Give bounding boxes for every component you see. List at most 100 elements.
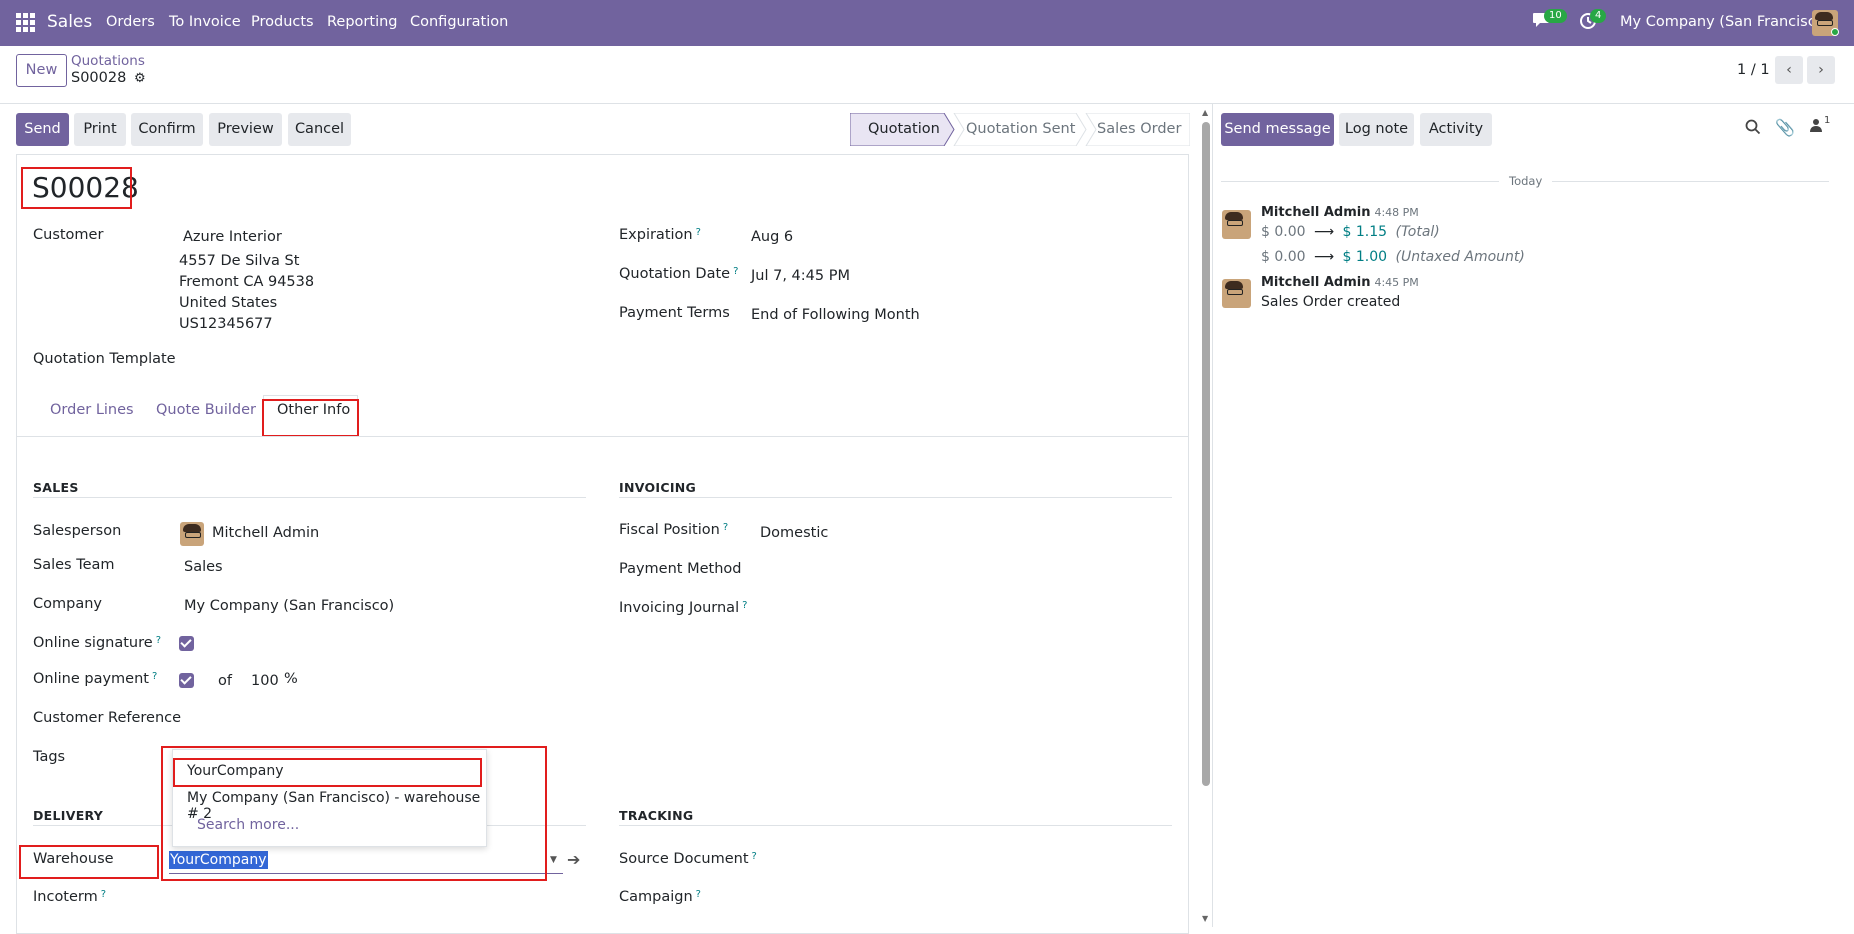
scrollbar-thumb[interactable] <box>1202 122 1210 786</box>
online-payment-checkbox[interactable] <box>179 673 194 688</box>
campaign-label: Campaign? <box>619 889 701 905</box>
control-panel-divider <box>0 103 1854 104</box>
form-scrollbar[interactable]: ▲ ▼ <box>1201 108 1211 927</box>
customer-name[interactable]: Azure Interior <box>183 229 282 245</box>
fiscal-position-label: Fiscal Position? <box>619 522 728 538</box>
invoicing-journal-label: Invoicing Journal? <box>619 600 747 616</box>
apps-menu-icon[interactable] <box>16 13 36 33</box>
customer-label: Customer <box>33 227 104 243</box>
arrow-right-icon: ⟶ <box>1313 224 1335 240</box>
send-button[interactable]: Send <box>16 113 69 146</box>
pager-previous-icon[interactable]: ‹ <box>1775 56 1803 84</box>
online-signature-help-icon[interactable]: ? <box>156 635 161 646</box>
print-button[interactable]: Print <box>74 113 126 146</box>
message-2-author: Mitchell Admin 4:45 PM <box>1261 275 1419 290</box>
message-2-avatar <box>1222 279 1251 308</box>
message-1-change-1: $ 0.00 ⟶ $ 1.15 (Total) <box>1261 224 1440 240</box>
tracking-section-title: TRACKING <box>619 808 694 823</box>
campaign-help-icon[interactable]: ? <box>696 889 701 900</box>
breadcrumb-current-label: S00028 <box>71 70 127 86</box>
change-2-field: (Untaxed Amount) <box>1395 249 1525 265</box>
customer-address-line2: Fremont CA 94538 <box>179 274 315 290</box>
expiration-label: Expiration? <box>619 227 701 243</box>
sales-team-value[interactable]: Sales <box>184 559 223 575</box>
pager-value[interactable]: 1 / 1 <box>1737 62 1770 78</box>
log-note-button[interactable]: Log note <box>1339 113 1414 146</box>
source-document-help-icon[interactable]: ? <box>752 851 757 862</box>
fiscal-position-value[interactable]: Domestic <box>760 525 828 541</box>
expiration-help-icon[interactable]: ? <box>696 227 701 238</box>
today-label: Today <box>1499 174 1553 188</box>
online-payment-of: of <box>218 673 232 689</box>
change-1-old: $ 0.00 <box>1261 224 1306 240</box>
menu-orders[interactable]: Orders <box>106 14 155 30</box>
status-sales-order[interactable]: Sales Order <box>1097 113 1181 146</box>
internal-link-arrow-icon[interactable]: ➔ <box>567 850 580 869</box>
fiscal-position-help-icon[interactable]: ? <box>723 522 728 533</box>
breadcrumb-quotations[interactable]: Quotations <box>71 53 145 69</box>
expiration-value[interactable]: Aug 6 <box>751 229 793 245</box>
incoterm-help-icon[interactable]: ? <box>101 889 106 900</box>
confirm-button[interactable]: Confirm <box>131 113 203 146</box>
quotation-date-label-text: Quotation Date <box>619 266 731 282</box>
scroll-up-icon[interactable]: ▲ <box>1202 108 1208 117</box>
highlight-warehouse-label <box>19 845 159 879</box>
followers-icon[interactable]: 1 <box>1810 115 1836 136</box>
quotation-date-help-icon[interactable]: ? <box>733 266 738 277</box>
tabs-divider <box>17 436 1188 437</box>
preview-button[interactable]: Preview <box>209 113 282 146</box>
payment-terms-value[interactable]: End of Following Month <box>751 307 920 323</box>
app-name[interactable]: Sales <box>47 12 92 32</box>
tracking-divider <box>619 825 1172 826</box>
salesperson-label: Salesperson <box>33 523 122 539</box>
invoicing-journal-help-icon[interactable]: ? <box>742 600 747 611</box>
company-switcher[interactable]: My Company (San Francisco) <box>1620 14 1830 30</box>
company-value[interactable]: My Company (San Francisco) <box>184 598 394 614</box>
activity-button[interactable]: Activity <box>1420 113 1492 146</box>
activities-icon[interactable]: 4 <box>1579 9 1607 30</box>
customer-address-line1: 4557 De Silva St <box>179 253 300 269</box>
salesperson-value[interactable]: Mitchell Admin <box>212 525 319 541</box>
search-icon[interactable] <box>1745 119 1761 135</box>
source-document-label: Source Document? <box>619 851 757 867</box>
invoicing-divider <box>619 497 1172 498</box>
online-signature-checkbox[interactable] <box>179 636 194 651</box>
status-quotation[interactable]: Quotation <box>868 113 940 146</box>
customer-reference-label: Customer Reference <box>33 710 182 726</box>
message-1-author-name[interactable]: Mitchell Admin <box>1261 205 1370 220</box>
send-message-button[interactable]: Send message <box>1221 113 1334 146</box>
menu-to-invoice[interactable]: To Invoice <box>169 14 241 30</box>
menu-reporting[interactable]: Reporting <box>327 14 398 30</box>
incoterm-label-text: Incoterm <box>33 889 98 905</box>
salesperson-avatar <box>180 522 204 546</box>
fiscal-position-label-text: Fiscal Position <box>619 522 720 538</box>
quotation-date-label: Quotation Date? <box>619 266 738 282</box>
messages-icon[interactable]: 10 <box>1532 9 1567 30</box>
scroll-down-icon[interactable]: ▼ <box>1202 914 1208 923</box>
tab-order-lines[interactable]: Order Lines <box>50 402 134 418</box>
menu-products[interactable]: Products <box>251 14 314 30</box>
delivery-section-title: DELIVERY <box>33 808 104 823</box>
paperclip-icon[interactable]: 📎 <box>1775 118 1795 137</box>
highlight-record-name <box>21 167 132 209</box>
gear-icon[interactable]: ⚙ <box>134 71 146 86</box>
sales-team-label: Sales Team <box>33 557 115 573</box>
arrow-right-icon: ⟶ <box>1313 249 1335 265</box>
online-payment-help-icon[interactable]: ? <box>152 671 157 682</box>
pager-next-icon[interactable]: › <box>1807 56 1835 84</box>
status-quotation-sent[interactable]: Quotation Sent <box>966 113 1075 146</box>
online-payment-percent[interactable]: 100 <box>251 673 279 689</box>
tags-label: Tags <box>33 749 66 765</box>
new-button[interactable]: New <box>16 54 67 87</box>
online-payment-percent-sign: % <box>284 671 298 687</box>
quotation-date-value[interactable]: Jul 7, 4:45 PM <box>751 268 850 284</box>
cancel-button[interactable]: Cancel <box>288 113 351 146</box>
change-2-new: $ 1.00 <box>1342 249 1388 265</box>
caret-down-icon[interactable]: ▼ <box>550 855 557 865</box>
tab-quote-builder[interactable]: Quote Builder <box>156 402 256 418</box>
chatter-divider <box>1212 103 1213 927</box>
message-2-author-name[interactable]: Mitchell Admin <box>1261 275 1370 290</box>
menu-configuration[interactable]: Configuration <box>410 14 508 30</box>
message-1-avatar <box>1222 210 1251 239</box>
incoterm-label: Incoterm? <box>33 889 106 905</box>
